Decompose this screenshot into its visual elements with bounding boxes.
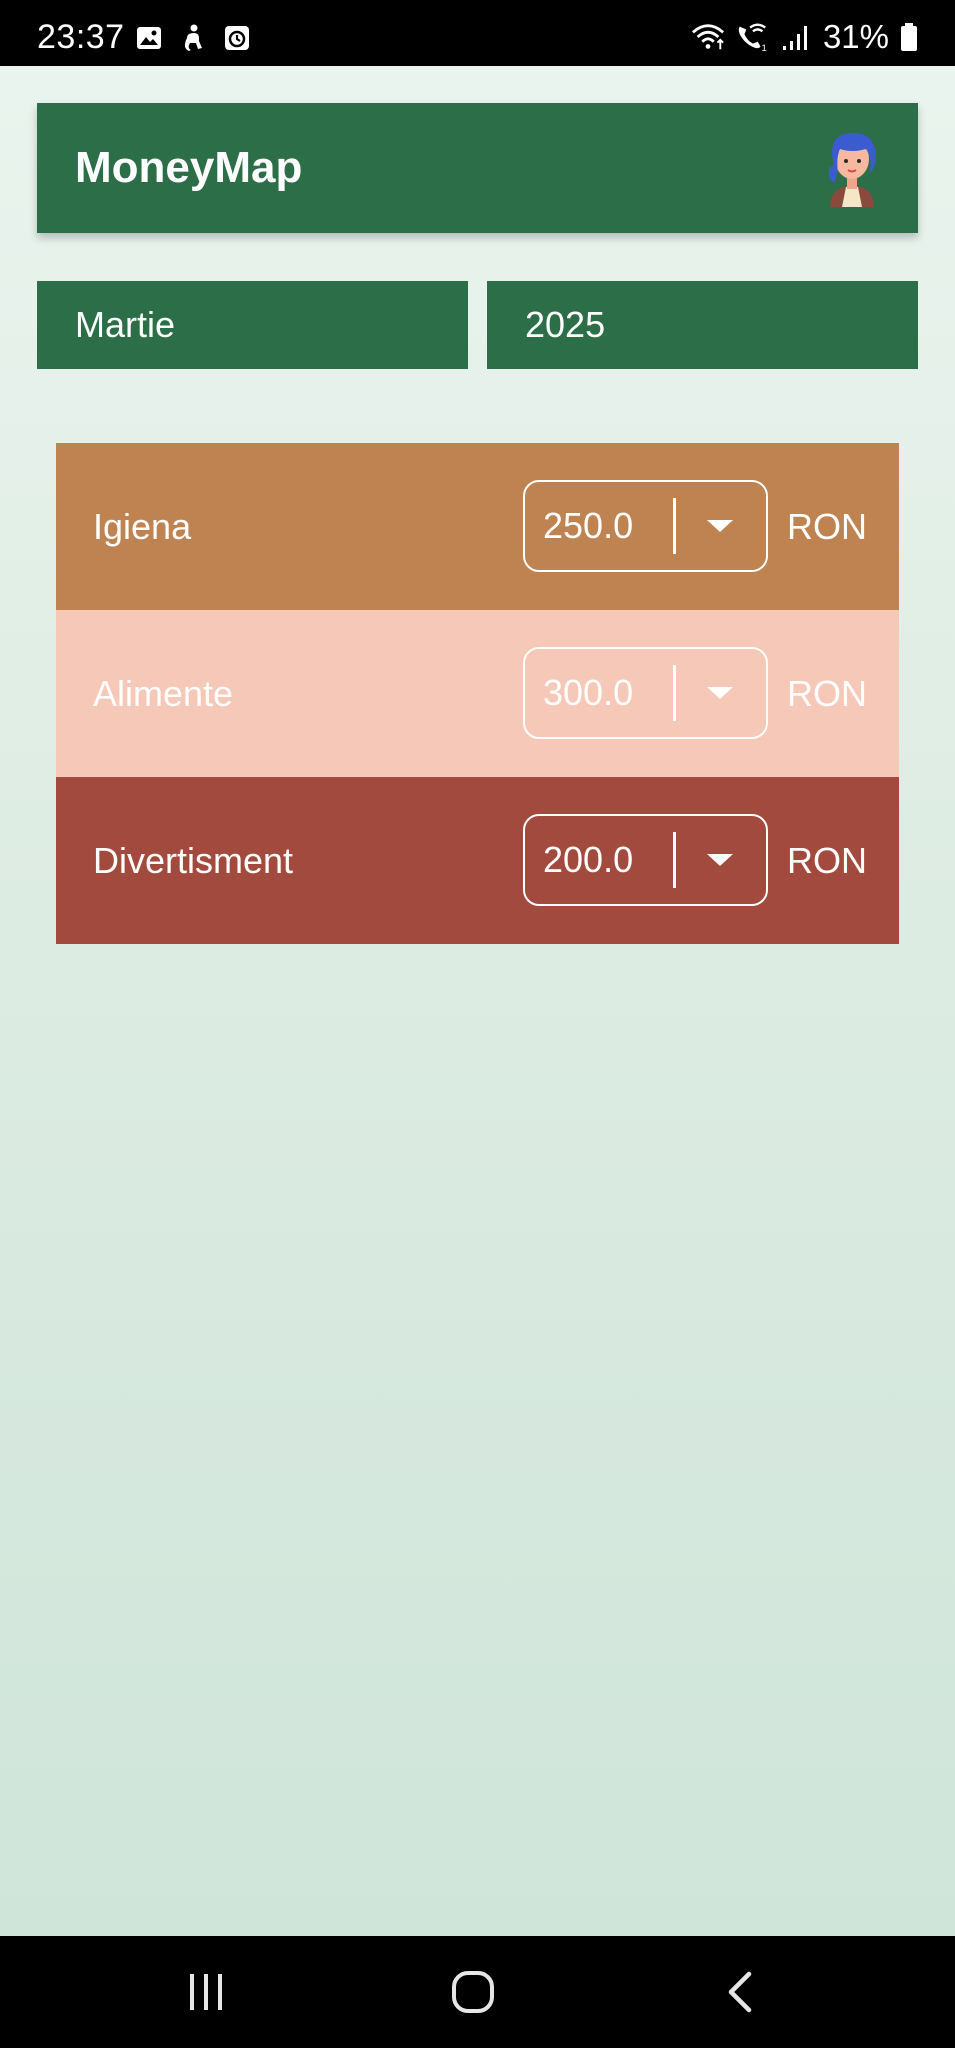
budget-row-alimente: Alimente 300.0 RON xyxy=(56,610,899,777)
period-selectors: Martie 2025 xyxy=(37,281,918,369)
year-selector[interactable]: 2025 xyxy=(487,281,918,369)
notification-icons xyxy=(135,24,251,52)
wifi-icon xyxy=(691,20,725,54)
amount-dropdown[interactable]: 250.0 xyxy=(523,480,768,572)
dropdown-divider xyxy=(673,665,676,721)
dropdown-divider xyxy=(673,832,676,888)
amount-dropdown[interactable]: 200.0 xyxy=(523,814,768,906)
battery-icon xyxy=(899,20,919,54)
budget-category-label: Divertisment xyxy=(93,840,294,881)
caret-down-icon[interactable] xyxy=(707,520,733,532)
amount-value: 300.0 xyxy=(543,672,634,713)
alarm-app-icon xyxy=(223,24,251,52)
caret-down-icon[interactable] xyxy=(707,854,733,866)
budget-row-divertisment: Divertisment 200.0 RON xyxy=(56,777,899,944)
accessibility-icon xyxy=(179,24,207,52)
amount-dropdown[interactable]: 300.0 xyxy=(523,647,768,739)
currency-label: RON xyxy=(787,840,867,881)
currency-label: RON xyxy=(787,506,867,547)
system-status-icons: 1 31% xyxy=(691,18,919,56)
amount-value: 200.0 xyxy=(543,839,634,880)
image-icon xyxy=(135,24,163,52)
amount-value: 250.0 xyxy=(543,505,634,546)
user-avatar-icon[interactable] xyxy=(816,127,888,207)
dropdown-divider xyxy=(673,498,676,554)
month-selector[interactable]: Martie xyxy=(37,281,468,369)
budget-list: Igiena 250.0 RON Alimente 300.0 RON Dive… xyxy=(56,443,899,944)
app-screen: MoneyMap Martie 2025 Igiena 250.0 RON Al… xyxy=(0,66,955,1936)
home-icon[interactable] xyxy=(443,1964,503,2020)
budget-row-igiena: Igiena 250.0 RON xyxy=(56,443,899,610)
status-bar: 23:37 1 31% xyxy=(0,0,955,66)
caret-down-icon[interactable] xyxy=(707,687,733,699)
status-time: 23:37 xyxy=(37,18,125,56)
budget-category-label: Igiena xyxy=(93,506,192,547)
recents-icon[interactable] xyxy=(176,1964,236,2020)
app-title: MoneyMap xyxy=(75,143,303,192)
budget-category-label: Alimente xyxy=(93,673,234,714)
app-bar: MoneyMap xyxy=(37,103,918,233)
wifi-calling-icon: 1 xyxy=(735,20,769,54)
svg-text:1: 1 xyxy=(761,43,766,53)
currency-label: RON xyxy=(787,673,867,714)
battery-percent: 31% xyxy=(822,18,889,55)
navigation-bar xyxy=(0,1936,955,2048)
back-icon[interactable] xyxy=(711,1964,771,2020)
signal-icon xyxy=(779,20,813,54)
